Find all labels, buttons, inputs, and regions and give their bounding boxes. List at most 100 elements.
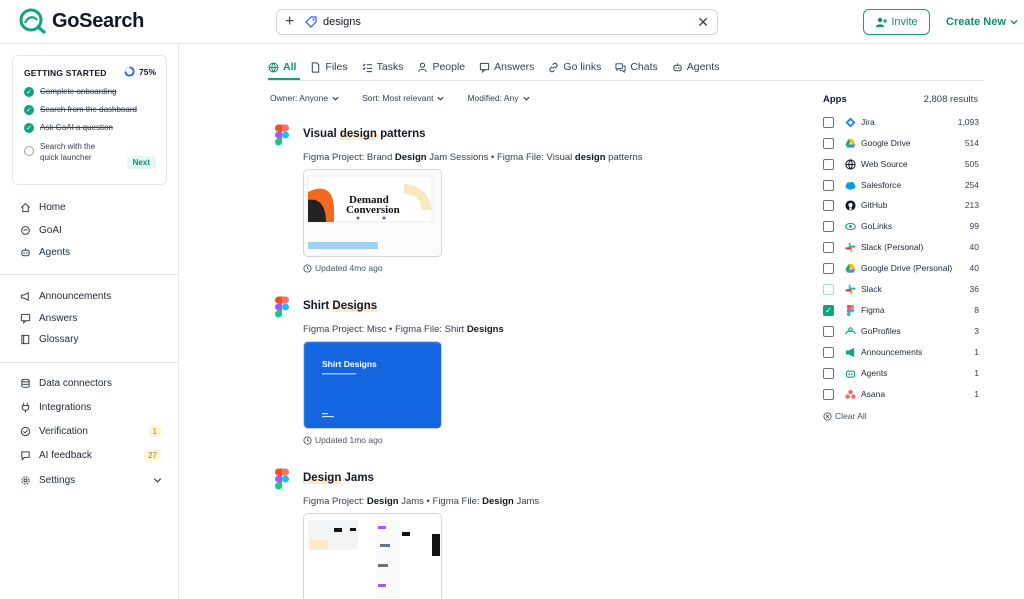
sidebar-item-settings[interactable]: Settings <box>20 475 165 486</box>
sidebar-item-verification[interactable]: Verification 1 <box>20 426 165 437</box>
result-title[interactable]: Visual design patterns <box>303 128 426 140</box>
app-filter-asana[interactable]: Asana 1 <box>823 387 979 401</box>
tab-tasks[interactable]: Tasks <box>362 58 403 76</box>
step-complete-onboarding[interactable]: ✓ Complete onboarding <box>24 87 117 97</box>
checkbox[interactable] <box>823 346 834 358</box>
chevron-down-icon[interactable] <box>152 475 163 486</box>
tab-label: All <box>283 61 297 73</box>
check-icon: ✓ <box>24 123 34 133</box>
tab-chats[interactable]: Chats <box>615 58 658 76</box>
app-count: 254 <box>964 180 979 190</box>
app-filter-github[interactable]: GitHub 213 <box>823 198 979 212</box>
checkbox[interactable] <box>823 137 834 149</box>
sidebar-item-glossary[interactable]: Glossary <box>20 334 165 345</box>
result-tabs: All Files Tasks People Answers Go links … <box>268 58 733 80</box>
checkbox[interactable] <box>823 388 834 400</box>
search-result[interactable]: Visual design patterns Figma Project: Br… <box>272 124 772 284</box>
updated-text: Updated 4mo ago <box>315 263 383 273</box>
checkbox[interactable] <box>823 199 834 211</box>
checkbox[interactable] <box>823 158 834 170</box>
search-result[interactable]: Shirt Designs Figma Project: Misc • Figm… <box>272 296 772 456</box>
getting-started-title: GETTING STARTED <box>24 68 107 78</box>
app-filter-google-drive[interactable]: Google Drive 514 <box>823 136 979 150</box>
app-filter-salesforce[interactable]: Salesforce 254 <box>823 178 979 192</box>
sidebar-item-home[interactable]: Home <box>20 202 165 213</box>
app-filter-web-source[interactable]: Web Source 505 <box>823 157 979 171</box>
app-count: 1 <box>974 347 979 357</box>
step-ask-goai[interactable]: ✓ Ask GoAI a question <box>24 123 113 133</box>
checkbox[interactable] <box>823 179 834 191</box>
sidebar-item-agents[interactable]: Agents <box>20 247 165 258</box>
checkbox[interactable] <box>823 220 834 232</box>
github-icon <box>845 199 856 211</box>
app-filter-slack-personal[interactable]: Slack (Personal) 40 <box>823 240 979 254</box>
path-text: Figma Project: Misc • Figma File: Shirt <box>303 324 467 335</box>
database-icon <box>21 378 30 388</box>
checkbox[interactable] <box>823 283 834 295</box>
path-text: Figma Project: Brand <box>303 152 395 163</box>
salesforce-icon <box>845 181 856 190</box>
sidebar-item-ai-feedback[interactable]: AI feedback 27 <box>20 450 165 461</box>
next-button[interactable]: Next <box>126 156 156 169</box>
invite-button[interactable]: Invite <box>863 9 930 35</box>
empty-circle-icon <box>24 146 34 156</box>
asana-icon <box>845 389 856 399</box>
checkbox[interactable] <box>823 241 834 253</box>
create-new-button[interactable]: Create New <box>946 9 1019 35</box>
sidebar-item-label: Settings <box>39 475 76 486</box>
sidebar-item-announcements[interactable]: Announcements <box>20 291 165 302</box>
result-title[interactable]: Design Jams <box>303 472 374 484</box>
result-title[interactable]: Shirt Designs <box>303 300 378 312</box>
create-new-label: Create New <box>946 16 1006 28</box>
app-filter-slack[interactable]: Slack 36 <box>823 282 979 296</box>
person-icon <box>418 62 428 72</box>
modified-filter[interactable]: Modified: Any <box>467 93 530 103</box>
checkbox[interactable] <box>823 367 834 379</box>
clear-icon <box>823 411 832 421</box>
app-filter-goprofiles[interactable]: GoProfiles 3 <box>823 324 979 338</box>
tab-label: Files <box>325 61 348 73</box>
verification-count-badge: 1 <box>148 426 161 437</box>
app-filter-jira[interactable]: Jira 1,093 <box>823 115 979 129</box>
app-filter-google-drive-personal[interactable]: Google Drive (Personal) 40 <box>823 261 979 275</box>
figma-icon <box>275 468 289 490</box>
step-search-dashboard[interactable]: ✓ Search from the dashboard <box>24 105 137 115</box>
plus-icon[interactable]: + <box>285 13 299 31</box>
clear-all-button[interactable]: Clear All <box>823 411 867 421</box>
owner-filter[interactable]: Owner: Anyone <box>270 93 340 103</box>
sidebar-item-integrations[interactable]: Integrations <box>20 402 165 413</box>
step-quick-launcher[interactable]: Search with the quick launcher <box>24 141 106 163</box>
clear-search-icon[interactable]: ✕ <box>697 14 709 31</box>
tab-files[interactable]: Files <box>310 58 348 76</box>
checkbox-checked[interactable]: ✓ <box>823 304 834 316</box>
search-bar[interactable]: + designs ✕ <box>276 9 718 35</box>
app-filter-announcements[interactable]: Announcements 1 <box>823 345 979 359</box>
search-result[interactable]: Design Jams Figma Project: Design Jams •… <box>272 468 772 599</box>
checkbox[interactable] <box>823 262 834 274</box>
clock-icon <box>303 263 312 273</box>
search-input[interactable]: designs <box>323 16 697 28</box>
result-thumbnail[interactable]: Demand Conversion <box>303 169 442 257</box>
app-filter-golinks[interactable]: GoLinks 99 <box>823 219 979 233</box>
tab-all[interactable]: All <box>268 58 296 76</box>
tab-go-links[interactable]: Go links <box>548 58 601 76</box>
sort-filter[interactable]: Sort: Most relevant <box>362 93 445 103</box>
checkbox[interactable] <box>823 116 834 128</box>
sidebar-item-label: Agents <box>39 247 71 258</box>
checkbox[interactable] <box>823 325 834 337</box>
app-name: GoSearch <box>52 9 145 32</box>
logo[interactable]: GoSearch <box>18 8 144 34</box>
app-count: 505 <box>964 159 979 169</box>
tab-answers[interactable]: Answers <box>479 58 534 76</box>
app-filter-agents[interactable]: Agents 1 <box>823 366 979 380</box>
sidebar-item-data-connectors[interactable]: Data connectors <box>20 378 165 389</box>
app-filter-figma[interactable]: ✓ Figma 8 <box>823 303 979 317</box>
sidebar-item-label: Data connectors <box>39 378 112 389</box>
tab-agents[interactable]: Agents <box>672 58 719 76</box>
gosearch-logo-icon <box>19 8 46 34</box>
sidebar-item-answers[interactable]: Answers <box>20 313 165 324</box>
sidebar-item-goai[interactable]: GoAI <box>20 225 165 236</box>
tab-people[interactable]: People <box>417 58 465 76</box>
result-thumbnail[interactable]: Shirt Designs <box>303 341 442 429</box>
result-thumbnail[interactable] <box>303 513 442 599</box>
